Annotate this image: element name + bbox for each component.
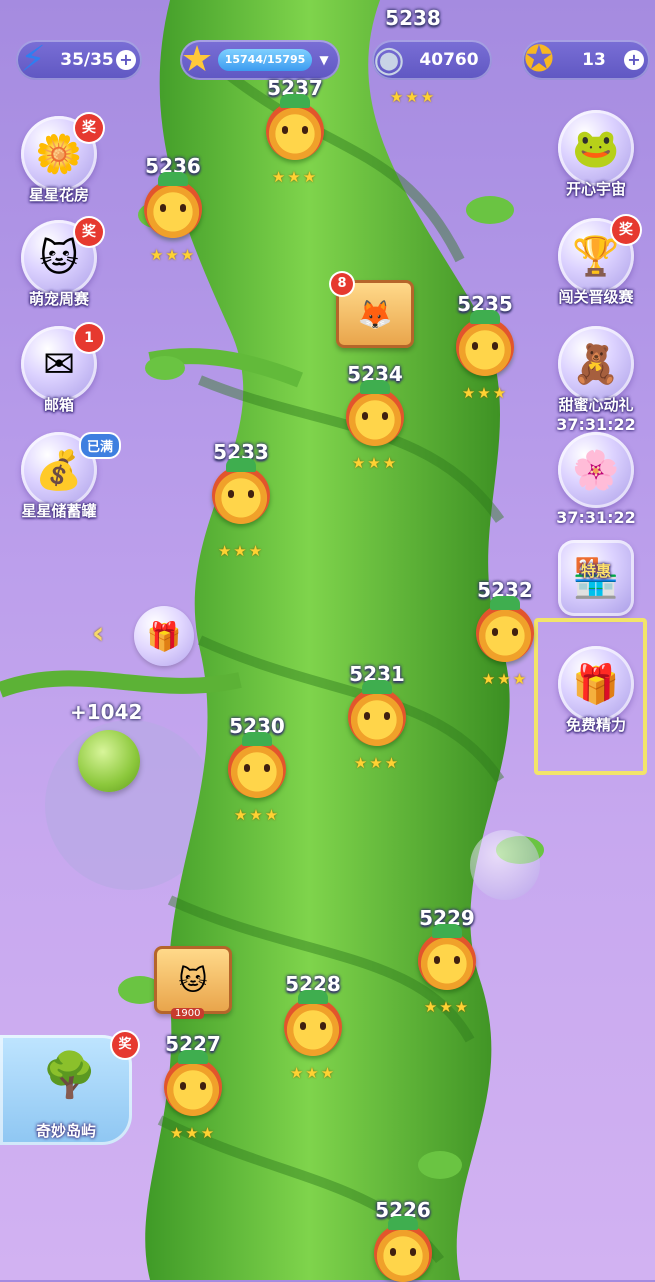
- mail-icon: ✉ 1: [21, 324, 103, 402]
- piggy-bank-label: 星星储蓄罐: [21, 502, 97, 520]
- level-node-5231[interactable]: 5231 ★★★: [332, 662, 422, 772]
- chevron-down-icon[interactable]: ▼: [314, 50, 334, 70]
- gift-box-icon: 🎁: [558, 646, 634, 722]
- happy-universe-button[interactable]: 🐸 开心宇宙: [546, 110, 646, 199]
- island-reward-badge: 奖: [112, 1032, 138, 1058]
- full-badge: 已满: [80, 434, 119, 457]
- cat-icon: 🐱 奖: [21, 218, 103, 296]
- anniversary-signpost[interactable]: 🐱 1900: [154, 946, 232, 1019]
- level-face-icon: [228, 732, 286, 798]
- piggy-bank-button[interactable]: 💰 已满 星星储蓄罐: [9, 432, 119, 521]
- decorative-orb: [470, 830, 540, 900]
- level-node-5232[interactable]: 5232 ★★★: [460, 578, 550, 688]
- special-offer-label: 特惠: [580, 562, 611, 580]
- flower-event-button[interactable]: 🌸 37:31:22: [546, 432, 646, 527]
- ticket-counter[interactable]: ✪ 13 +: [522, 39, 650, 80]
- event-signpost[interactable]: 🦊 8: [331, 273, 414, 348]
- sweet-gift-button[interactable]: 🧸 甜蜜心动礼 37:31:22: [546, 326, 646, 434]
- level-face-icon: [456, 310, 514, 376]
- energy-gain-text: +1042: [70, 700, 143, 724]
- special-offer-button[interactable]: 🏪 特惠: [546, 540, 646, 616]
- level-stars: ★★★: [423, 998, 471, 1016]
- piggy-bank-icon: 💰 已满: [21, 432, 119, 508]
- level-node-5235[interactable]: 5235 ★★★: [440, 292, 530, 402]
- flower-house-label: 星星花房: [28, 186, 89, 204]
- level-face-icon: [144, 172, 202, 238]
- star-progress-bar: 15744/15795: [218, 49, 312, 71]
- mail-count-badge: 1: [75, 324, 103, 352]
- flower-house-icon: 🌼 奖: [21, 114, 103, 192]
- level-node-5237[interactable]: 5237 ★★★: [250, 76, 340, 186]
- reward-badge: 奖: [75, 114, 103, 142]
- reward-badge: 奖: [75, 218, 103, 246]
- level-face-icon: [348, 680, 406, 746]
- level-face-icon: [284, 990, 342, 1056]
- signpost-badge: 8: [331, 273, 353, 295]
- trophy-icon: 🏆 奖: [558, 216, 640, 294]
- sweet-gift-label: 甜蜜心动礼: [558, 396, 634, 414]
- level-stars: ★★★: [169, 1124, 217, 1142]
- level-face-icon: [374, 1216, 432, 1282]
- add-energy-button[interactable]: +: [116, 50, 136, 70]
- year-tag: 1900: [171, 1008, 205, 1019]
- level-node-5229[interactable]: 5229 ★★★: [402, 906, 492, 1016]
- star-progress[interactable]: ★ 15744/15795 ▼: [180, 39, 340, 80]
- level-face-icon: [212, 458, 270, 524]
- level-node-5226[interactable]: 5226: [358, 1198, 448, 1282]
- level-face-icon: [266, 94, 324, 160]
- wonder-island-label: 奇妙岛屿: [35, 1122, 96, 1140]
- free-energy-button[interactable]: 🎁 免费精力: [546, 646, 646, 735]
- lightning-icon: ⚡: [20, 38, 46, 80]
- mailbox-label: 邮箱: [43, 396, 74, 414]
- level-stars: ★★★: [353, 754, 401, 772]
- energy-fruit-icon[interactable]: [78, 730, 140, 792]
- level-stars: ★★★: [233, 806, 281, 824]
- pet-weekly-label: 萌宠周赛: [28, 290, 89, 308]
- level-node-5234[interactable]: 5234 ★★★: [330, 362, 420, 472]
- level-rank-button[interactable]: 🏆 奖 闯关晋级赛: [546, 216, 646, 307]
- energy-value: 35/35: [60, 50, 114, 70]
- star-icon: ★: [180, 38, 214, 80]
- level-node-5238[interactable]: 5238 ★★★: [368, 6, 458, 106]
- level-stars: ★★★: [271, 168, 319, 186]
- level-node-5227[interactable]: 5227 ★★★: [148, 1032, 238, 1142]
- frog-planet-icon: 🐸: [558, 110, 634, 186]
- reward-badge: 奖: [612, 216, 640, 244]
- level-stars: ★★★: [461, 384, 509, 402]
- flower-gift-icon: 🌸: [558, 432, 634, 508]
- level-stars: ★★★: [149, 246, 197, 264]
- free-energy-label: 免费精力: [565, 716, 626, 734]
- level-node-5233[interactable]: 5233 ★★★: [196, 440, 286, 560]
- island-tree-icon: 🌳: [42, 1050, 97, 1101]
- level-face-icon: [164, 1050, 222, 1116]
- level-node-5230[interactable]: 5230 ★★★: [212, 714, 302, 824]
- ticket-coin-icon: ✪: [523, 38, 555, 80]
- flower-event-timer: 37:31:22: [556, 508, 636, 527]
- star-progress-value: 15744/15795: [224, 53, 306, 66]
- flower-house-button[interactable]: 🌼 奖 星星花房: [9, 114, 109, 205]
- mailbox-button[interactable]: ✉ 1 邮箱: [9, 324, 109, 415]
- level-face-icon: [346, 380, 404, 446]
- chevron-left-icon[interactable]: ‹: [92, 616, 104, 651]
- level-face-icon: [476, 596, 534, 662]
- level-stars: ★★★: [351, 454, 399, 472]
- energy-counter[interactable]: ⚡ 35/35 +: [16, 39, 142, 80]
- happy-universe-label: 开心宇宙: [565, 180, 626, 198]
- ticket-value: 13: [582, 50, 606, 70]
- wonder-island-button[interactable]: 🌳 奇妙岛屿: [0, 1035, 132, 1145]
- level-face-icon: [418, 924, 476, 990]
- level-stars: ★★★: [217, 542, 265, 560]
- level-stars: ★★★: [481, 670, 529, 688]
- bear-icon: 🧸: [558, 326, 634, 402]
- pet-weekly-button[interactable]: 🐱 奖 萌宠周赛: [9, 218, 109, 309]
- level-stars: ★★★: [389, 88, 437, 106]
- level-stars: ★★★: [289, 1064, 337, 1082]
- gift-bubble-icon[interactable]: 🎁: [134, 606, 194, 666]
- level-node-5236[interactable]: 5236 ★★★: [128, 154, 218, 264]
- level-rank-label: 闯关晋级赛: [558, 288, 634, 306]
- add-ticket-button[interactable]: +: [624, 50, 644, 70]
- level-node-5228[interactable]: 5228 ★★★: [268, 972, 358, 1082]
